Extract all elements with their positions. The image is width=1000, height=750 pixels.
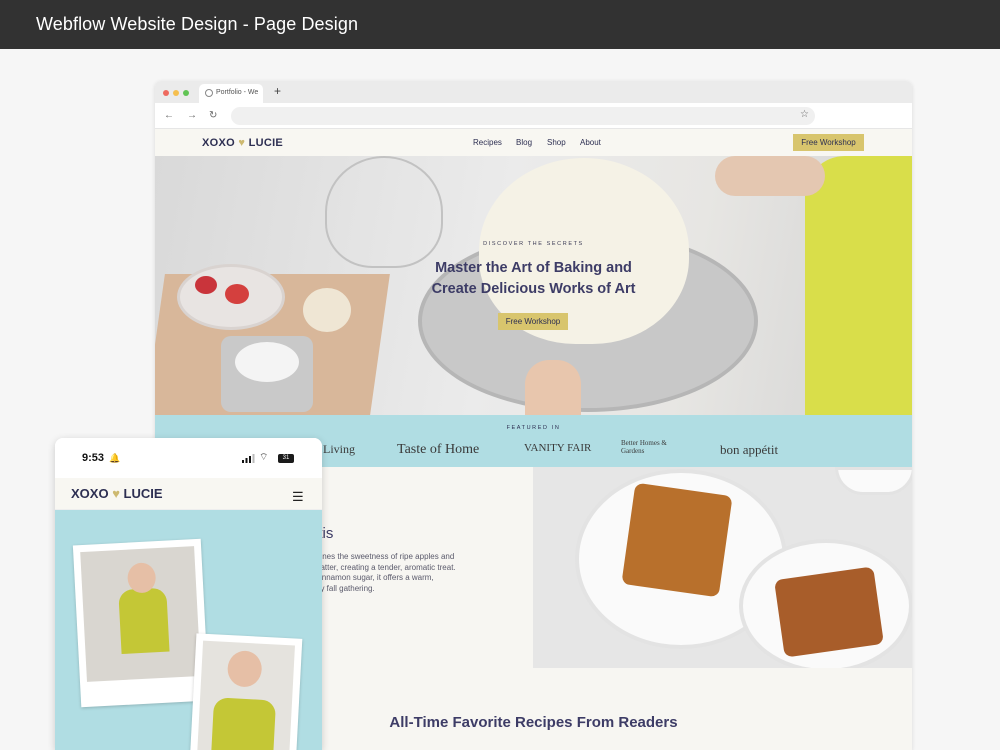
signal-icon (242, 454, 255, 463)
recipe-description: bines the sweetness of ripe apples and b… (316, 552, 496, 594)
plate-image-3 (835, 467, 912, 495)
minimize-window-button[interactable] (173, 90, 179, 96)
recipe-desc-line: ny fall gathering. (316, 583, 375, 593)
title-bar: Webflow Website Design - Page Design (0, 0, 1000, 49)
browser-tab[interactable]: Portfolio - We (199, 84, 263, 103)
reload-icon[interactable]: ↻ (209, 110, 217, 121)
baker-photo-2 (197, 640, 295, 750)
whisk-image (325, 156, 443, 268)
phone-hero (55, 510, 322, 750)
site-nav: XOXO ♥ LUCIE Recipes Blog Shop About Fre… (155, 129, 912, 156)
nav-link-blog[interactable]: Blog (516, 138, 532, 147)
brand-logo-better-homes: Better Homes & Gardens (621, 439, 667, 455)
logo-text-right: LUCIE (123, 486, 163, 501)
tart-slice-image (621, 482, 733, 598)
tart-slice-image-2 (774, 566, 884, 658)
nav-link-shop[interactable]: Shop (547, 138, 566, 147)
polaroid-photo-2 (189, 633, 303, 750)
back-arrow-icon[interactable]: ← (164, 110, 174, 121)
hand-image (715, 156, 825, 196)
polaroid-photo (72, 538, 210, 708)
favicon-icon (205, 89, 213, 97)
hero-section: DISCOVER THE SECRETS Master the Art of B… (155, 156, 912, 415)
logo-text-left: XOXO (202, 137, 235, 149)
maximize-window-button[interactable] (183, 90, 189, 96)
yellow-sweater-image (118, 587, 170, 655)
hero-kicker: DISCOVER THE SECRETS (483, 241, 584, 247)
clafoutis-photo (533, 467, 912, 668)
status-bar: 9:53 🔔 ⌔ 31 (55, 438, 322, 478)
nav-link-about[interactable]: About (580, 138, 601, 147)
face-image-2 (226, 650, 263, 688)
recipe-desc-line: batter, creating a tender, aromatic trea… (316, 562, 456, 572)
bell-icon: 🔔 (109, 453, 121, 463)
brand-logo-vanity-fair: VANITY FAIR (524, 442, 592, 454)
tab-bar: Portfolio - We + (155, 81, 912, 103)
page-title: Webflow Website Design - Page Design (36, 14, 359, 34)
battery-icon: 31 (278, 454, 294, 463)
hand-image-2 (525, 360, 581, 415)
bookmark-star-icon[interactable]: ☆ (800, 109, 809, 120)
free-workshop-button[interactable]: Free Workshop (793, 134, 864, 151)
hero-headline-1: Master the Art of Baking and (435, 260, 632, 276)
sugar-image (235, 342, 299, 382)
address-bar[interactable]: ☆ (231, 107, 815, 125)
brand-logo-living: Living (323, 442, 355, 456)
brand-logo-bon-appetit: bon appétit (720, 442, 779, 457)
heart-icon: ♥ (238, 137, 246, 149)
featured-label: FEATURED IN (506, 425, 561, 431)
phone-site-nav: XOXO ♥ LUCIE ☰ (55, 478, 322, 510)
yellow-sweater-image-2 (211, 697, 277, 750)
heart-icon: ♥ (112, 486, 120, 501)
close-window-button[interactable] (163, 90, 169, 96)
forward-arrow-icon[interactable]: → (187, 110, 197, 121)
site-logo[interactable]: XOXO ♥ LUCIE (202, 137, 283, 149)
logo-text-right: LUCIE (248, 137, 284, 149)
hamburger-menu-icon[interactable]: ☰ (292, 489, 304, 505)
recipe-desc-line: bines the sweetness of ripe apples and (316, 552, 455, 561)
hero-workshop-button[interactable]: Free Workshop (498, 313, 568, 330)
nav-link-recipes[interactable]: Recipes (473, 138, 502, 147)
wifi-icon: ⌔ (259, 452, 269, 463)
logo-text-left: XOXO (71, 486, 109, 501)
phone-mockup: 9:53 🔔 ⌔ 31 XOXO ♥ LUCIE ☰ (55, 438, 322, 750)
new-tab-button[interactable]: + (274, 84, 281, 98)
brand-logo-taste-of-home: Taste of Home (397, 442, 480, 457)
baker-photo (80, 546, 201, 682)
address-row: ← → ↻ ☆ (155, 103, 912, 129)
recipe-desc-line: cinnamon sugar, it offers a warm, (316, 573, 434, 582)
tab-label: Portfolio - We (216, 89, 259, 96)
hero-headline-2: Create Delicious Works of Art (431, 281, 636, 297)
status-time: 9:53 (82, 452, 105, 464)
phone-site-logo[interactable]: XOXO ♥ LUCIE (71, 486, 163, 501)
